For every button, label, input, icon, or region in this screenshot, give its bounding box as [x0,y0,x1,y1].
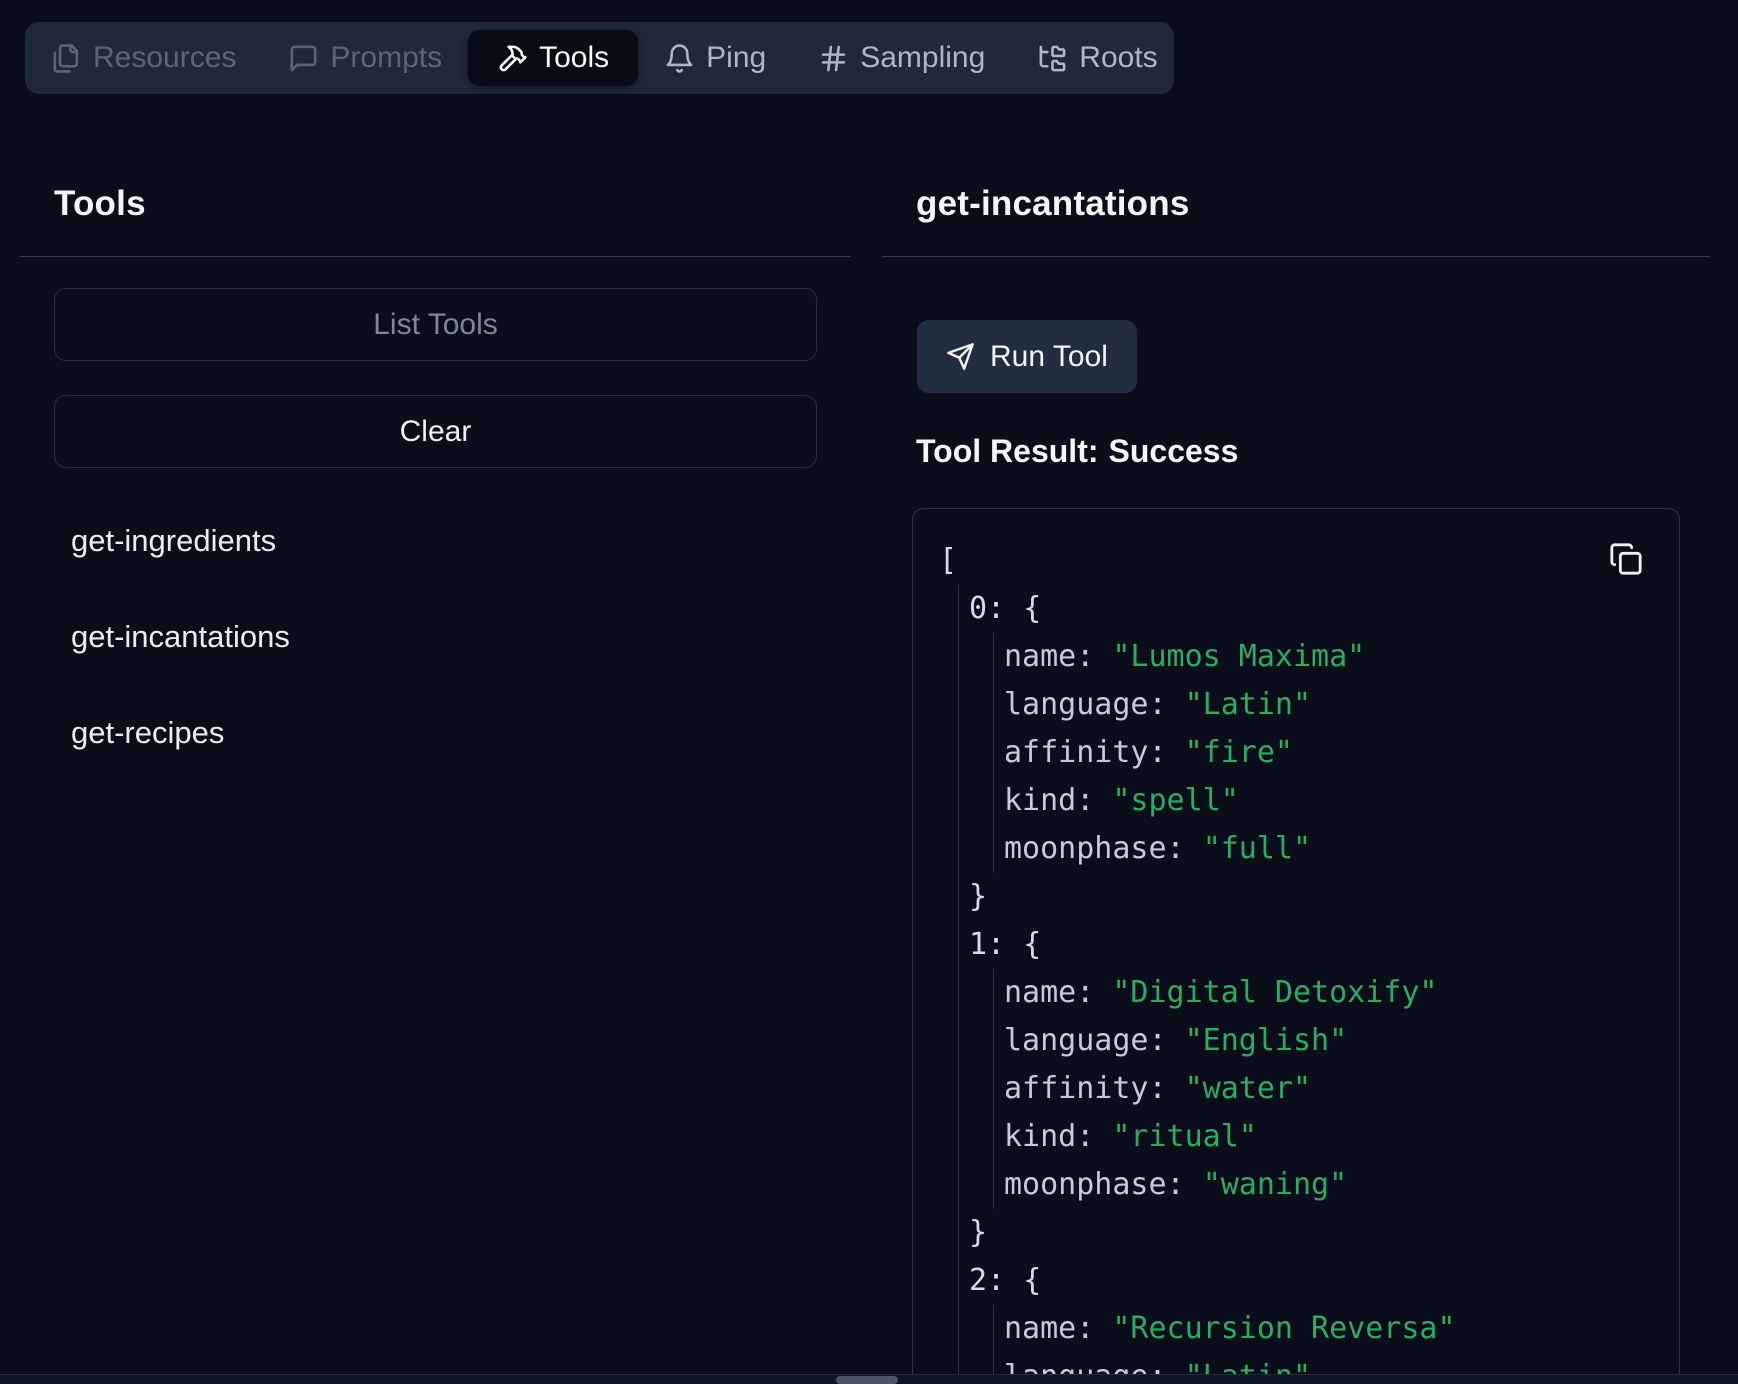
right-panel-divider [882,256,1710,257]
left-panel-title: Tools [54,186,146,221]
clear-button[interactable]: Clear [54,395,817,468]
json-line: 1: { [969,921,1659,969]
json-line: } [969,873,1659,921]
tool-result-line: Tool Result: Success [916,435,1238,467]
json-line: 2: { [969,1257,1659,1305]
json-object-body: name: "Lumos Maxima"language: "Latin"aff… [993,633,1659,873]
json-line: 0: { [969,585,1659,633]
run-tool-button[interactable]: Run Tool [917,320,1137,393]
list-tools-button[interactable]: List Tools [54,288,817,361]
copy-icon [1609,542,1643,576]
json-line: language: "English" [1004,1017,1659,1065]
send-icon [946,342,975,371]
json-line: name: "Recursion Reversa" [1004,1305,1659,1353]
json-array-body: 0: {name: "Lumos Maxima"language: "Latin… [958,585,1659,1384]
tool-list-item-get-recipes[interactable]: get-recipes [71,709,833,757]
tools-list-panel: Tools List Tools Clear get-ingredients g… [18,0,853,1384]
run-tool-label: Run Tool [990,340,1108,374]
left-panel-divider [20,256,851,257]
selected-tool-title: get-incantations [916,186,1190,221]
tool-list-item-get-incantations[interactable]: get-incantations [71,613,833,661]
json-line: [ [939,537,1659,585]
copy-button[interactable] [1609,542,1643,576]
tool-list-item-get-ingredients[interactable]: get-ingredients [71,517,833,565]
json-content: [0: {name: "Lumos Maxima"language: "Lati… [939,537,1659,1384]
json-object-body: name: "Digital Detoxify"language: "Engli… [993,969,1659,1209]
json-line: kind: "spell" [1004,777,1659,825]
tool-result-status: Success [1109,433,1239,469]
horizontal-scrollbar-thumb[interactable] [836,1376,898,1384]
json-line: affinity: "fire" [1004,729,1659,777]
json-line: affinity: "water" [1004,1065,1659,1113]
tool-result-label: Tool Result: [916,433,1099,469]
json-line: name: "Digital Detoxify" [1004,969,1659,1017]
json-line: } [969,1209,1659,1257]
horizontal-scrollbar-track[interactable] [0,1374,1738,1384]
json-line: name: "Lumos Maxima" [1004,633,1659,681]
json-object-body: name: "Recursion Reversa"language: "Lati… [993,1305,1659,1384]
json-line: moonphase: "full" [1004,825,1659,873]
json-line: language: "Latin" [1004,681,1659,729]
json-result-viewer: [0: {name: "Lumos Maxima"language: "Lati… [912,508,1680,1384]
json-line: kind: "ritual" [1004,1113,1659,1161]
json-line: moonphase: "waning" [1004,1161,1659,1209]
tool-detail-panel: get-incantations Run Tool Tool Result: Su… [880,0,1712,1384]
